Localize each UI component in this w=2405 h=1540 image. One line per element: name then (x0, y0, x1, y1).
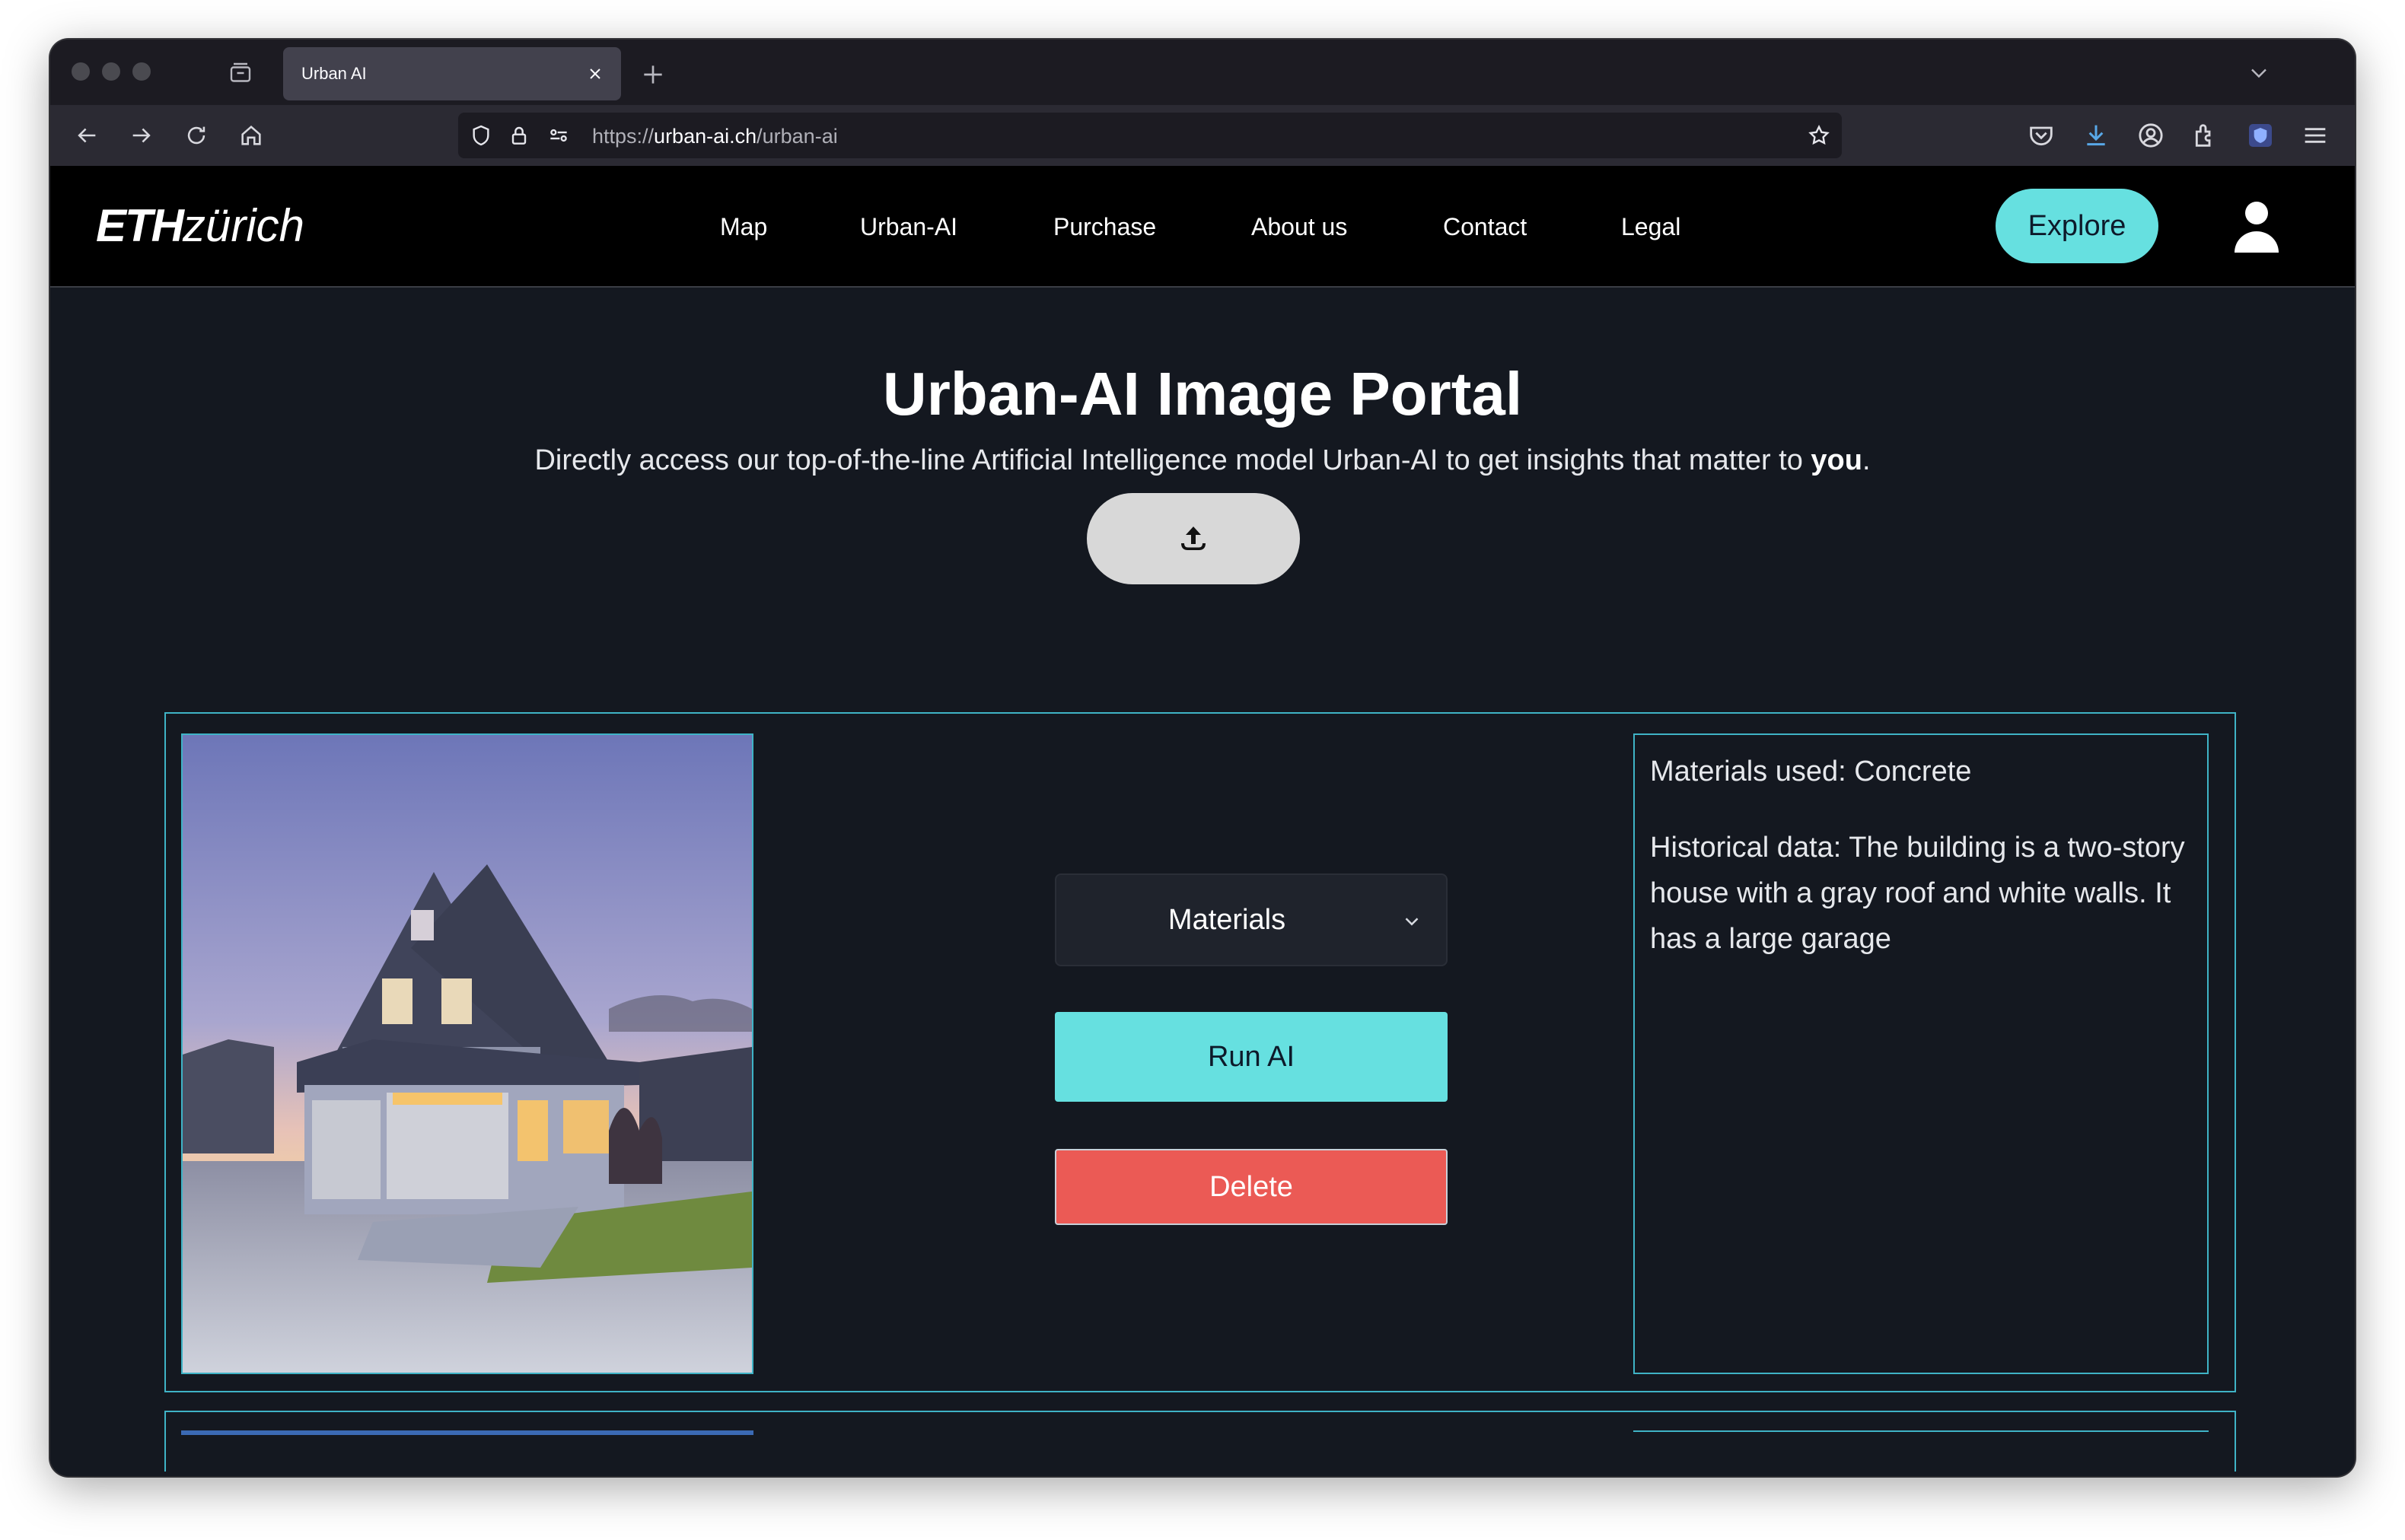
reload-button[interactable] (181, 120, 212, 151)
next-card-image-edge (181, 1430, 753, 1435)
chevron-down-icon (1405, 918, 1419, 926)
subtitle-text: Directly access our top-of-the-line Arti… (534, 444, 1811, 476)
house-photo-illustration (183, 735, 752, 1373)
tab-close-button[interactable] (580, 59, 610, 89)
subtitle-suffix: . (1862, 444, 1871, 476)
hamburger-menu-icon[interactable] (2300, 120, 2330, 151)
bookmark-star-icon[interactable] (1807, 123, 1831, 148)
ai-result-panel: Materials used: Concrete Historical data… (1633, 733, 2209, 1374)
pocket-icon[interactable] (2026, 120, 2056, 151)
nav-link-about-us[interactable]: About us (1251, 213, 1347, 241)
extension-shield-icon[interactable] (2245, 120, 2276, 151)
url-host: urban-ai.ch (654, 125, 757, 148)
permissions-icon[interactable] (546, 123, 571, 148)
analysis-type-select[interactable]: Materials (1055, 873, 1448, 966)
browser-toolbar: https://urban-ai.ch/urban-ai (50, 105, 2355, 166)
subtitle-emphasis: you (1811, 444, 1862, 476)
result-card: Materials Run AI Delete Materials used: … (164, 712, 2236, 1392)
select-value: Materials (1167, 904, 1286, 936)
url-text: https://urban-ai.ch/urban-ai (592, 125, 838, 148)
window-controls (72, 62, 151, 81)
explore-button[interactable]: Explore (1996, 189, 2158, 263)
nav-link-contact[interactable]: Contact (1443, 213, 1527, 241)
tab-urban-ai[interactable]: Urban AI (283, 47, 621, 100)
tab-title: Urban AI (301, 64, 367, 83)
browser-window: Urban AI https://urban-ai.ch/urban-ai ET… (50, 40, 2355, 1476)
new-tab-plus-icon[interactable] (638, 59, 668, 90)
page-title: Urban-AI Image Portal (882, 360, 1523, 428)
home-button[interactable] (236, 120, 266, 151)
run-ai-button[interactable]: Run AI (1055, 1012, 1448, 1102)
historical-result: Historical data: The building is a two-s… (1650, 832, 2185, 955)
close-icon (590, 68, 600, 79)
reload-icon (187, 126, 205, 145)
back-button[interactable] (72, 120, 102, 151)
upload-icon (1181, 527, 1206, 550)
uploaded-house-image (181, 733, 753, 1374)
address-bar[interactable]: https://urban-ai.ch/urban-ai (458, 113, 1842, 158)
upload-button[interactable] (1087, 493, 1300, 584)
nav-link-legal[interactable]: Legal (1621, 213, 1680, 241)
arrow-right-icon (132, 128, 151, 143)
nav-link-map[interactable]: Map (720, 213, 767, 241)
materials-result: Materials used: Concrete (1650, 756, 1972, 788)
main-content: Urban-AI Image Portal Directly access ou… (50, 288, 2355, 1476)
url-scheme: https:// (592, 125, 655, 148)
list-all-tabs-chevron-icon[interactable] (2245, 59, 2273, 87)
delete-button[interactable]: Delete (1055, 1149, 1448, 1225)
tab-strip: Urban AI (50, 40, 2355, 105)
extensions-puzzle-icon[interactable] (2190, 120, 2221, 151)
maximize-window-dot[interactable] (132, 62, 151, 81)
nav-link-urban-ai[interactable]: Urban-AI (860, 213, 957, 241)
nav-link-purchase[interactable]: Purchase (1053, 213, 1156, 241)
user-icon[interactable] (2231, 199, 2282, 254)
forward-button[interactable] (126, 120, 157, 151)
minimize-window-dot[interactable] (102, 62, 120, 81)
site-header: ETHzürich Map Urban-AI Purchase About us… (50, 166, 2355, 288)
arrow-left-icon (78, 128, 96, 143)
shield-icon[interactable] (469, 123, 493, 148)
account-icon[interactable] (2136, 120, 2166, 151)
downloads-icon[interactable] (2081, 120, 2111, 151)
url-path: /urban-ai (757, 125, 838, 148)
tab-overview-icon[interactable] (227, 59, 254, 87)
lock-icon[interactable] (507, 123, 531, 148)
page-subtitle: Directly access our top-of-the-line Arti… (50, 444, 2355, 477)
next-result-card (164, 1411, 2236, 1472)
close-window-dot[interactable] (72, 62, 90, 81)
home-icon (241, 125, 261, 145)
next-card-panel-edge (1633, 1430, 2209, 1432)
